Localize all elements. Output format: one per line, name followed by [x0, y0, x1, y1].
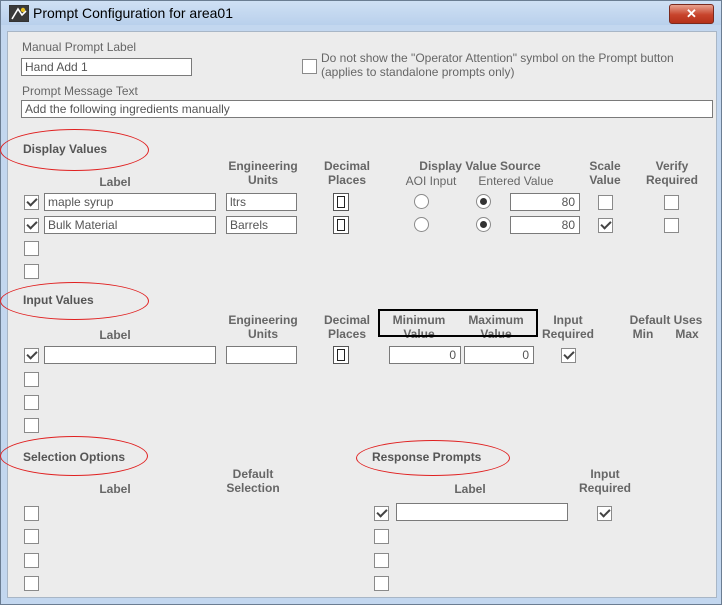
dv-row2-units-input[interactable]: Barrels — [226, 216, 297, 234]
rp-row3-enable-checkbox[interactable] — [374, 553, 389, 568]
so-header-default-selection: Default Selection — [226, 467, 280, 495]
iv-row1-label-input[interactable] — [44, 346, 216, 364]
iv-row2-enable-checkbox[interactable] — [24, 372, 39, 387]
dv-header-decimal-places: Decimal Places — [323, 159, 371, 187]
dv-row4-enable-checkbox[interactable] — [24, 264, 39, 279]
dv-row2-label-input[interactable]: Bulk Material — [44, 216, 216, 234]
dv-row2-entered-value-radio[interactable] — [476, 217, 491, 232]
dv-row1-value-input[interactable]: 80 — [510, 193, 580, 211]
dv-row3-enable-checkbox[interactable] — [24, 241, 39, 256]
dv-header-verify-required: Verify Required — [645, 159, 698, 187]
dv-row1-label-input[interactable]: maple syrup — [44, 193, 216, 211]
iv-row1-enable-checkbox[interactable] — [24, 348, 39, 363]
iv-header-max: Max — [675, 327, 699, 341]
iv-header-min: Min — [632, 327, 654, 341]
so-row2-enable-checkbox[interactable] — [24, 529, 39, 544]
iv-header-input-required: Input Required — [541, 313, 594, 341]
dv-row1-aoi-input-radio[interactable] — [414, 194, 429, 209]
title-bar[interactable]: Prompt Configuration for area01 ✕ — [1, 1, 721, 25]
iv-header-label: Label — [99, 328, 131, 342]
so-header-label: Label — [99, 482, 131, 496]
dv-row1-entered-value-radio[interactable] — [476, 194, 491, 209]
dv-row2-enable-checkbox[interactable] — [24, 218, 39, 233]
dv-row1-verify-checkbox[interactable] — [664, 195, 679, 210]
manual-prompt-label-input[interactable]: Hand Add 1 — [21, 58, 192, 76]
dv-header-entered-value: Entered Value — [478, 174, 554, 188]
dv-header-label: Label — [99, 175, 131, 189]
prompt-message-input[interactable]: Add the following ingredients manually — [21, 100, 713, 118]
rp-row1-label-input[interactable] — [396, 503, 568, 521]
dv-header-eng-units: Engineering Units — [228, 159, 298, 187]
prompt-message-caption: Prompt Message Text — [22, 84, 138, 98]
rp-header-label: Label — [454, 482, 486, 496]
dv-row1-units-input[interactable]: ltrs — [226, 193, 297, 211]
iv-row1-maximum-input[interactable]: 0 — [464, 346, 534, 364]
dv-row2-value-input[interactable]: 80 — [510, 216, 580, 234]
window-title: Prompt Configuration for area01 — [33, 5, 233, 21]
dv-row1-decimal-places-button[interactable] — [333, 193, 349, 211]
response-prompts-annotation-ellipse — [356, 440, 510, 476]
min-max-focus-frame — [378, 309, 538, 337]
close-button[interactable]: ✕ — [669, 4, 714, 24]
iv-row1-minimum-input[interactable]: 0 — [389, 346, 461, 364]
rp-header-input-required: Input Required — [578, 467, 631, 495]
rp-row1-input-required-checkbox[interactable] — [597, 506, 612, 521]
operator-attention-text-line1: Do not show the "Operator Attention" sym… — [321, 51, 674, 65]
dv-row2-scale-checkbox[interactable] — [598, 218, 613, 233]
iv-row1-decimal-places-button[interactable] — [333, 346, 349, 364]
display-values-annotation-ellipse — [0, 129, 149, 171]
operator-attention-text-line2: (applies to standalone prompts only) — [321, 65, 515, 79]
so-row4-enable-checkbox[interactable] — [24, 576, 39, 591]
dv-row1-enable-checkbox[interactable] — [24, 195, 39, 210]
manual-prompt-label-caption: Manual Prompt Label — [22, 40, 137, 54]
selection-options-annotation-ellipse — [0, 436, 148, 476]
rp-row1-enable-checkbox[interactable] — [374, 506, 389, 521]
rp-row4-enable-checkbox[interactable] — [374, 576, 389, 591]
dv-header-scale-value: Scale Value — [589, 159, 621, 187]
dv-row2-verify-checkbox[interactable] — [664, 218, 679, 233]
dv-header-aoi-input: AOI Input — [405, 174, 457, 188]
dv-row1-scale-checkbox[interactable] — [598, 195, 613, 210]
iv-row3-enable-checkbox[interactable] — [24, 395, 39, 410]
iv-header-eng-units: Engineering Units — [228, 313, 298, 341]
iv-header-decimal-places: Decimal Places — [323, 313, 371, 341]
so-row1-enable-checkbox[interactable] — [24, 506, 39, 521]
app-icon — [9, 5, 29, 22]
so-row3-enable-checkbox[interactable] — [24, 553, 39, 568]
dv-header-source: Display Value Source — [419, 159, 541, 173]
iv-row4-enable-checkbox[interactable] — [24, 418, 39, 433]
dv-row2-decimal-places-button[interactable] — [333, 216, 349, 234]
input-values-annotation-ellipse — [0, 282, 149, 320]
iv-row1-units-input[interactable] — [226, 346, 297, 364]
iv-header-default-uses: Default Uses — [629, 313, 703, 327]
rp-row2-enable-checkbox[interactable] — [374, 529, 389, 544]
iv-row1-input-required-checkbox[interactable] — [561, 348, 576, 363]
dv-row2-aoi-input-radio[interactable] — [414, 217, 429, 232]
operator-attention-checkbox[interactable] — [302, 59, 317, 74]
